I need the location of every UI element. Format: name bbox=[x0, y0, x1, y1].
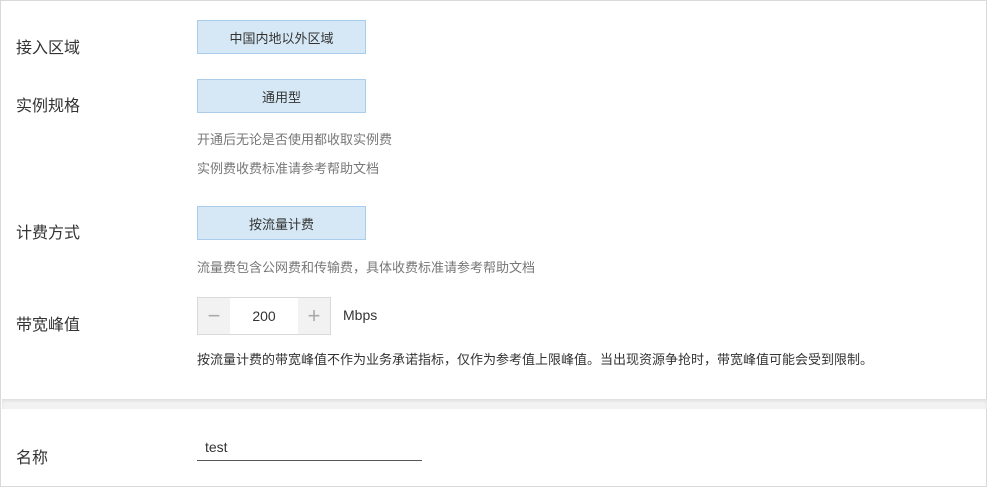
name-input[interactable] bbox=[197, 434, 422, 461]
config-panel: 接入区域 中国内地以外区域 实例规格 通用型 开通后无论是否使用都收取实例费 实… bbox=[0, 0, 987, 487]
plus-icon[interactable]: + bbox=[298, 298, 330, 334]
spec-hint-doc: 实例费收费标准请参考帮助文档 bbox=[197, 161, 380, 176]
billing-hint: 流量费包含公网费和传输费，具体收费标准请参考帮助文档 bbox=[197, 260, 536, 275]
bandwidth-note: 按流量计费的带宽峰值不作为业务承诺指标，仅作为参考值上限峰值。当出现资源争抢时，… bbox=[197, 352, 874, 367]
spec-option-button[interactable]: 通用型 bbox=[197, 79, 366, 113]
billing-option-button[interactable]: 按流量计费 bbox=[197, 206, 366, 240]
name-label: 名称 bbox=[16, 450, 49, 467]
region-option-button[interactable]: 中国内地以外区域 bbox=[197, 20, 366, 54]
bandwidth-label: 带宽峰值 bbox=[16, 317, 81, 334]
bandwidth-unit: Mbps bbox=[343, 307, 378, 323]
minus-icon[interactable]: − bbox=[198, 298, 230, 334]
bandwidth-stepper: − 200 + bbox=[197, 297, 331, 335]
bandwidth-value[interactable]: 200 bbox=[230, 298, 298, 334]
spec-hint-fee: 开通后无论是否使用都收取实例费 bbox=[197, 132, 393, 147]
section-divider bbox=[2, 399, 987, 409]
spec-label: 实例规格 bbox=[16, 98, 81, 115]
region-label: 接入区域 bbox=[16, 40, 81, 57]
billing-label: 计费方式 bbox=[16, 225, 81, 242]
